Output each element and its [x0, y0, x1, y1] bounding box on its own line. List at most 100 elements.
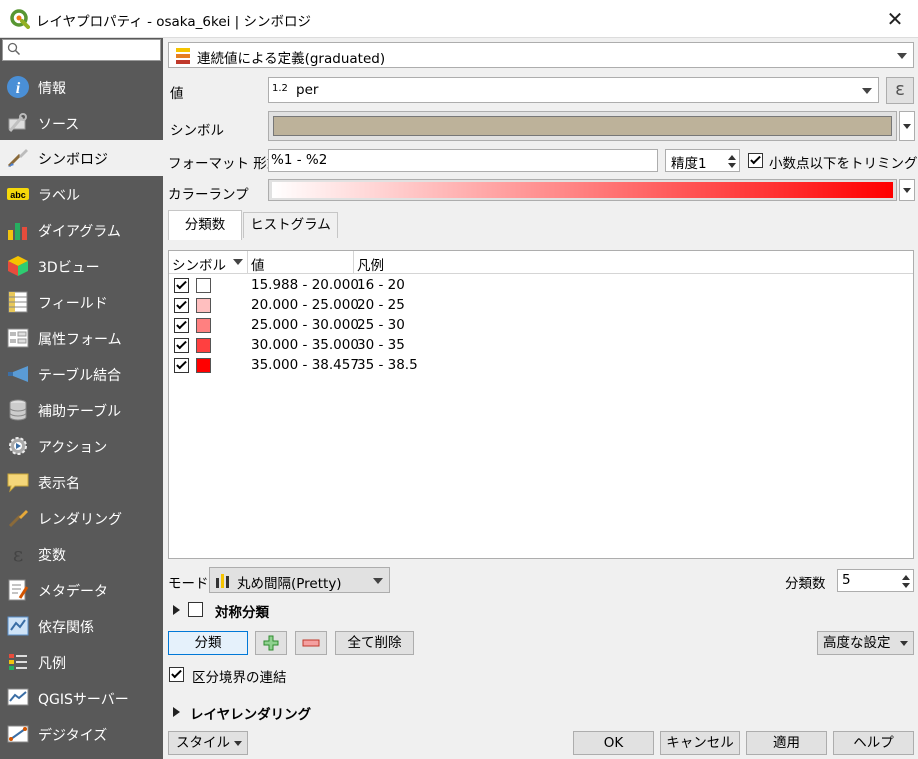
expand-triangle-icon[interactable] — [173, 605, 180, 615]
epsilon-icon: ε — [895, 79, 905, 100]
close-window-button[interactable]: ✕ — [880, 6, 910, 32]
format-label: フォーマット 形式 — [168, 156, 281, 172]
class-color-swatch[interactable] — [196, 298, 211, 313]
class-value: 25.000 - 30.000 — [251, 317, 359, 333]
table-row[interactable]: 35.000 - 38.457 35 - 38.5 — [169, 355, 913, 375]
table-row[interactable]: 30.000 - 35.000 30 - 35 — [169, 335, 913, 355]
class-legend: 25 - 30 — [357, 317, 405, 333]
sidebar-item-label: ソース — [38, 117, 80, 133]
sidebar-item-source[interactable]: ソース — [0, 105, 163, 141]
color-ramp-button[interactable] — [268, 179, 897, 201]
sidebar-item-label: 3Dビュー — [38, 260, 100, 276]
sidebar-item-display[interactable]: 表示名 — [0, 464, 163, 500]
sidebar-item-labels[interactable]: abc ラベル — [0, 176, 163, 212]
symbol-dropdown-button[interactable] — [899, 111, 915, 141]
cancel-button[interactable]: キャンセル — [660, 731, 740, 755]
cube-icon — [8, 256, 28, 276]
class-legend: 30 - 35 — [357, 337, 405, 353]
style-button[interactable]: スタイル — [168, 731, 248, 755]
classify-button[interactable]: 分類 — [168, 631, 248, 655]
sidebar-item-metadata[interactable]: メタデータ — [0, 572, 163, 608]
sidebar-item-label: レンダリング — [38, 512, 122, 528]
color-ramp-dropdown-button[interactable] — [899, 179, 915, 201]
sidebar-item-attribute-form[interactable]: 属性フォーム — [0, 320, 163, 356]
check-icon — [176, 298, 187, 310]
svg-text:i: i — [16, 80, 21, 97]
value-field-dropdown[interactable]: 1.2 per — [268, 77, 879, 103]
table-row[interactable]: 25.000 - 30.000 25 - 30 — [169, 315, 913, 335]
sidebar-item-qgis-server[interactable]: QGISサーバー — [0, 680, 163, 716]
check-icon — [176, 338, 187, 350]
format-input[interactable]: %1 - %2 — [268, 149, 658, 172]
link-boundaries-checkbox[interactable] — [169, 667, 184, 682]
header-legend[interactable]: 凡例 — [357, 254, 384, 274]
renderer-type-dropdown[interactable]: 連続値による定義(graduated) — [168, 42, 914, 68]
sidebar-item-joins[interactable]: テーブル結合 — [0, 356, 163, 392]
row-checkbox[interactable] — [174, 298, 189, 313]
sidebar-item-3dview[interactable]: 3Dビュー — [0, 248, 163, 284]
sidebar-item-actions[interactable]: アクション — [0, 428, 163, 464]
tab-histogram[interactable]: ヒストグラム — [243, 212, 338, 238]
digitize-icon — [7, 725, 29, 743]
mode-dropdown[interactable]: 丸め間隔(Pretty) — [209, 567, 390, 593]
trim-checkbox[interactable] — [748, 153, 763, 168]
row-checkbox[interactable] — [174, 318, 189, 333]
sidebar-item-symbology[interactable]: シンボロジ — [0, 140, 163, 176]
row-checkbox[interactable] — [174, 278, 189, 293]
remove-class-button[interactable] — [295, 631, 327, 655]
row-checkbox[interactable] — [174, 338, 189, 353]
table-row[interactable]: 20.000 - 25.000 20 - 25 — [169, 295, 913, 315]
help-button[interactable]: ヘルプ — [833, 731, 914, 755]
sidebar-item-label: デジタイズ — [38, 728, 108, 744]
sidebar-item-diagrams[interactable]: ダイアグラム — [0, 212, 163, 248]
class-value: 15.988 - 20.000 — [251, 277, 359, 293]
sidebar-item-info[interactable]: i 情報 — [0, 69, 163, 105]
sidebar-item-label: 情報 — [38, 81, 66, 97]
sidebar-item-legend[interactable]: 凡例 — [0, 644, 163, 680]
add-class-button[interactable] — [255, 631, 287, 655]
delete-all-button[interactable]: 全て削除 — [335, 631, 414, 655]
class-color-swatch[interactable] — [196, 358, 211, 373]
expression-button[interactable]: ε — [886, 77, 914, 104]
sidebar-item-fields[interactable]: フィールド — [0, 284, 163, 320]
class-color-swatch[interactable] — [196, 278, 211, 293]
expand-triangle-icon[interactable] — [173, 707, 180, 717]
advanced-settings-button[interactable]: 高度な設定 — [817, 631, 914, 655]
sidebar-item-label: テーブル結合 — [38, 368, 122, 384]
pretty-breaks-icon — [216, 574, 229, 588]
chevron-down-icon — [862, 88, 872, 94]
sidebar-item-rendering[interactable]: レンダリング — [0, 500, 163, 536]
apply-button[interactable]: 適用 — [746, 731, 827, 755]
sidebar-item-dependencies[interactable]: 依存関係 — [0, 608, 163, 644]
sidebar-item-digitizing[interactable]: デジタイズ — [0, 716, 163, 752]
metadata-icon — [8, 579, 29, 601]
symbol-color-swatch — [273, 116, 892, 136]
symbol-button[interactable] — [268, 111, 897, 141]
class-legend: 16 - 20 — [357, 277, 405, 293]
sidebar-search-input[interactable] — [2, 39, 161, 61]
spin-up-icon — [728, 155, 736, 160]
sidebar-item-variables[interactable]: ε 変数 — [0, 536, 163, 572]
chevron-down-icon — [903, 124, 911, 129]
sidebar-item-label: 補助テーブル — [38, 404, 122, 420]
row-checkbox[interactable] — [174, 358, 189, 373]
classes-count-spinbox[interactable]: 5 — [837, 569, 914, 592]
table-row[interactable]: 15.988 - 20.000 16 - 20 — [169, 275, 913, 295]
check-icon — [171, 667, 182, 679]
class-table[interactable]: シンボル 値 凡例 15.988 - 20.000 16 - 20 20.000… — [168, 250, 914, 559]
plus-icon — [263, 635, 279, 651]
color-ramp-label: カラーランプ — [168, 187, 249, 203]
tab-classes[interactable]: 分類数 — [168, 210, 242, 240]
class-color-swatch[interactable] — [196, 338, 211, 353]
class-color-swatch[interactable] — [196, 318, 211, 333]
ok-button[interactable]: OK — [573, 731, 654, 755]
header-symbol[interactable]: シンボル — [172, 254, 226, 274]
layer-rendering-label[interactable]: レイヤレンダリング — [190, 703, 311, 723]
source-wrench-icon — [8, 113, 27, 132]
delete-all-label: 全て削除 — [347, 635, 402, 651]
sidebar-item-auxiliary-storage[interactable]: 補助テーブル — [0, 392, 163, 428]
symmetric-checkbox[interactable] — [188, 602, 203, 617]
precision-spinbox[interactable]: 精度1 — [665, 149, 740, 172]
legend-icon — [9, 654, 27, 670]
header-value[interactable]: 値 — [251, 254, 265, 274]
